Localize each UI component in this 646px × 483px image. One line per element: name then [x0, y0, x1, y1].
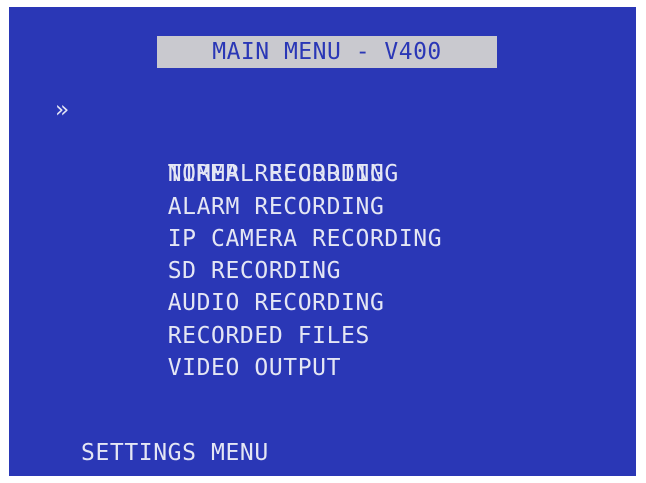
menu-item-video-output[interactable]: VIDEO OUTPUT — [55, 320, 442, 381]
menu-item-recorded-files[interactable]: RECORDED FILES — [55, 288, 442, 349]
menu-item-ip-camera-recording[interactable]: IP CAMERA RECORDING — [55, 191, 442, 252]
selection-cursor-icon: » — [55, 97, 70, 123]
menu-title: MAIN MENU - V400 — [157, 36, 497, 68]
menu-item-label: VIDEO OUTPUT — [167, 355, 342, 382]
menu-item-normal-recording[interactable]: » NORMAL RECORDING — [55, 94, 442, 187]
menu-item-audio-recording[interactable]: AUDIO RECORDING — [55, 255, 442, 316]
menu-item-settings-menu[interactable]: SETTINGS MENU — [81, 437, 269, 469]
main-menu-list: » NORMAL RECORDING TIMER RECORDING ALARM… — [55, 94, 442, 381]
menu-item-alarm-recording[interactable]: ALARM RECORDING — [55, 159, 442, 220]
menu-item-timer-recording[interactable]: TIMER RECORDING — [55, 126, 442, 187]
dvr-main-menu-screen: MAIN MENU - V400 » NORMAL RECORDING TIME… — [9, 7, 636, 476]
menu-item-sd-recording[interactable]: SD RECORDING — [55, 223, 442, 284]
